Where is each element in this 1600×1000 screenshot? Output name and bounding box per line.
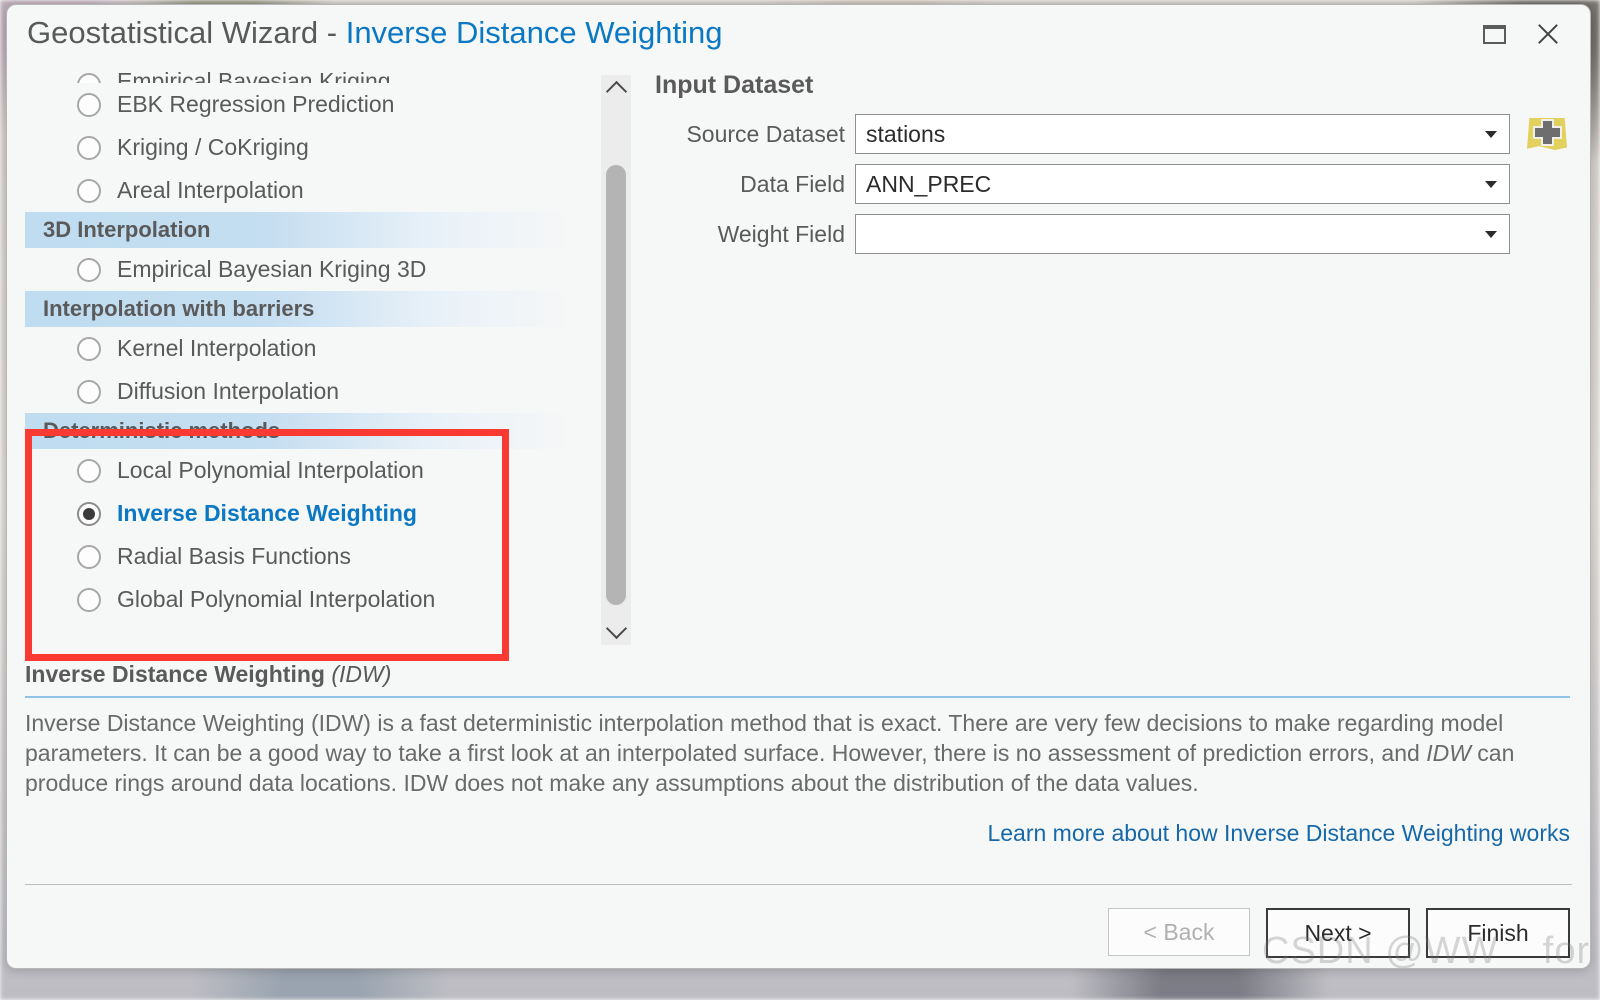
- weight-field-combobox[interactable]: [855, 214, 1510, 254]
- scrollbar-thumb[interactable]: [606, 165, 626, 605]
- description-body-part1: Inverse Distance Weighting (IDW) is a fa…: [25, 710, 1504, 766]
- input-dataset-title: Input Dataset: [655, 71, 814, 99]
- back-button[interactable]: < Back: [1108, 908, 1250, 956]
- method-row[interactable]: Areal Interpolation: [25, 169, 570, 212]
- description-body-italic: IDW: [1426, 740, 1471, 766]
- title-bar: Geostatistical Wizard - Inverse Distance…: [7, 5, 1590, 67]
- add-data-icon: [1527, 116, 1567, 152]
- weight-field-row: Weight Field: [655, 214, 1570, 254]
- method-row[interactable]: Empirical Bayesian Kriging: [25, 61, 570, 83]
- data-field-combobox[interactable]: ANN_PREC: [855, 164, 1510, 204]
- restore-window-icon: [1482, 24, 1506, 44]
- description-heading-name: Inverse Distance Weighting: [25, 661, 332, 687]
- method-row[interactable]: Global Polynomial Interpolation: [25, 578, 570, 621]
- data-field-value: ANN_PREC: [866, 170, 992, 197]
- method-label: Radial Basis Functions: [117, 543, 351, 569]
- group-header-interpolation-with-barriers: Interpolation with barriers: [25, 291, 570, 327]
- scroll-down-button[interactable]: [601, 617, 631, 645]
- next-button[interactable]: Next >: [1266, 908, 1410, 958]
- method-row[interactable]: EBK Regression Prediction: [25, 83, 570, 126]
- radio-icon[interactable]: [77, 257, 101, 282]
- radio-icon[interactable]: [77, 135, 101, 160]
- scroll-up-button[interactable]: [601, 75, 631, 103]
- description-divider: [25, 696, 1570, 698]
- group-header-deterministic-methods: Deterministic methods: [25, 413, 570, 449]
- method-row-inverse-distance-weighting[interactable]: Inverse Distance Weighting: [25, 492, 570, 535]
- method-row[interactable]: Radial Basis Functions: [25, 535, 570, 578]
- radio-icon[interactable]: [77, 379, 101, 404]
- method-label: Inverse Distance Weighting: [117, 500, 417, 526]
- chevron-down-icon[interactable]: [1485, 131, 1497, 138]
- wizard-button-bar: < Back Next > Finish: [1108, 908, 1570, 958]
- method-label: Kernel Interpolation: [117, 335, 317, 361]
- source-dataset-label: Source Dataset: [686, 120, 845, 147]
- radio-icon[interactable]: [77, 544, 101, 569]
- method-label: Empirical Bayesian Kriging: [117, 68, 391, 83]
- source-dataset-combobox[interactable]: stations: [855, 114, 1510, 154]
- radio-icon[interactable]: [77, 73, 101, 83]
- close-window-button[interactable]: [1524, 13, 1572, 55]
- title-main: Geostatistical Wizard: [27, 15, 319, 50]
- add-data-button[interactable]: [1524, 114, 1570, 154]
- method-list-scrollbar[interactable]: [601, 75, 631, 645]
- restore-window-button[interactable]: [1470, 13, 1518, 55]
- input-dataset-panel: Input Dataset Source Dataset stations Da…: [655, 71, 1570, 264]
- method-row[interactable]: Kernel Interpolation: [25, 327, 570, 370]
- method-label: Empirical Bayesian Kriging 3D: [117, 256, 427, 282]
- title-separator: -: [318, 15, 346, 50]
- method-description-panel: Inverse Distance Weighting (IDW) Inverse…: [25, 661, 1570, 847]
- source-dataset-value: stations: [866, 120, 946, 147]
- group-header-3d-interpolation: 3D Interpolation: [25, 212, 570, 248]
- source-dataset-row: Source Dataset stations: [655, 114, 1570, 154]
- page-title: Geostatistical Wizard - Inverse Distance…: [27, 15, 723, 51]
- method-label: Local Polynomial Interpolation: [117, 457, 424, 483]
- method-row[interactable]: Kriging / CoKriging: [25, 126, 570, 169]
- chevron-up-icon: [605, 80, 627, 103]
- footer-divider: [25, 884, 1572, 885]
- title-method: Inverse Distance Weighting: [345, 15, 723, 50]
- method-row[interactable]: Diffusion Interpolation: [25, 370, 570, 413]
- close-icon: [1535, 21, 1561, 47]
- finish-button[interactable]: Finish: [1426, 908, 1570, 958]
- radio-icon[interactable]: [77, 336, 101, 361]
- data-field-row: Data Field ANN_PREC: [655, 164, 1570, 204]
- radio-icon-selected[interactable]: [77, 501, 101, 526]
- radio-icon[interactable]: [77, 178, 101, 203]
- interpolation-method-list[interactable]: Empirical Bayesian Kriging EBK Regressio…: [25, 61, 570, 653]
- method-label: Kriging / CoKriging: [117, 134, 309, 160]
- chevron-down-icon[interactable]: [1485, 231, 1497, 238]
- chevron-down-icon[interactable]: [1485, 181, 1497, 188]
- method-label: Global Polynomial Interpolation: [117, 586, 436, 612]
- method-row[interactable]: Empirical Bayesian Kriging 3D: [25, 248, 570, 291]
- method-row[interactable]: Local Polynomial Interpolation: [25, 449, 570, 492]
- description-heading-abbr: (IDW): [331, 661, 392, 687]
- radio-icon[interactable]: [77, 587, 101, 612]
- learn-more-link[interactable]: Learn more about how Inverse Distance We…: [25, 820, 1570, 847]
- method-description-text: Inverse Distance Weighting (IDW) is a fa…: [25, 708, 1570, 798]
- method-label: EBK Regression Prediction: [117, 91, 395, 117]
- data-field-label: Data Field: [740, 170, 845, 197]
- radio-icon[interactable]: [77, 92, 101, 117]
- method-label: Diffusion Interpolation: [117, 378, 340, 404]
- chevron-down-icon: [605, 617, 627, 640]
- weight-field-label: Weight Field: [717, 220, 845, 247]
- method-label: Areal Interpolation: [117, 177, 304, 203]
- geostatistical-wizard-dialog: Geostatistical Wizard - Inverse Distance…: [6, 4, 1591, 969]
- method-description-heading: Inverse Distance Weighting (IDW): [25, 661, 1570, 696]
- radio-icon[interactable]: [77, 458, 101, 483]
